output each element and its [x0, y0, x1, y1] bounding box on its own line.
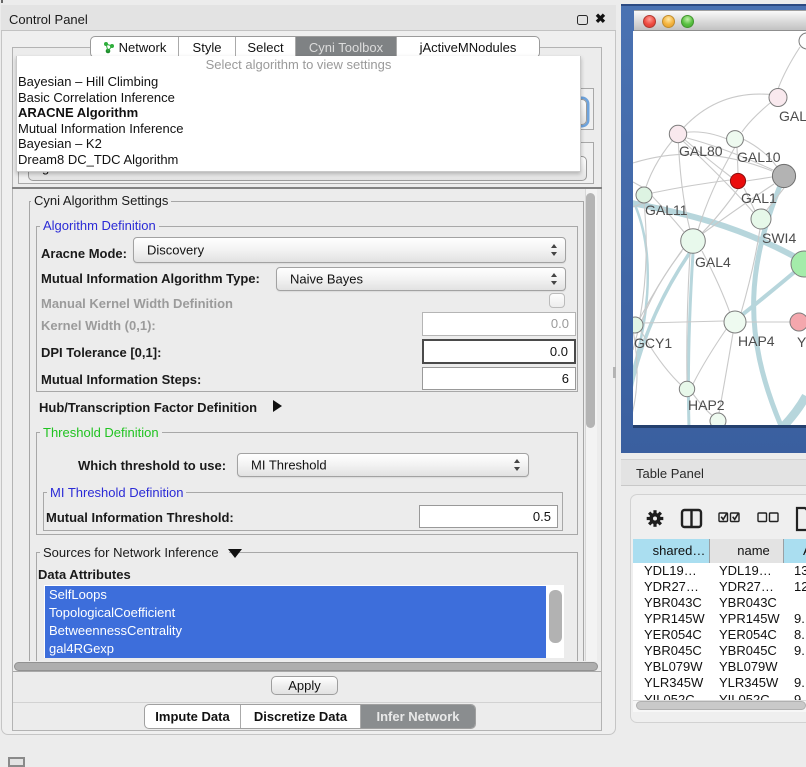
svg-text:GCY1: GCY1: [634, 335, 672, 351]
svg-text:GAL4: GAL4: [695, 254, 731, 270]
svg-text:GAL10: GAL10: [737, 149, 781, 165]
svg-text:Y: Y: [797, 334, 806, 350]
svg-text:GAL1: GAL1: [741, 190, 777, 206]
svg-text:GAL11: GAL11: [645, 202, 688, 218]
svg-text:SWI4: SWI4: [762, 230, 796, 246]
svg-text:HAP2: HAP2: [688, 397, 725, 413]
svg-text:GAL2: GAL2: [779, 108, 806, 124]
svg-text:GAL80: GAL80: [679, 143, 723, 159]
svg-text:HAP4: HAP4: [738, 333, 775, 349]
